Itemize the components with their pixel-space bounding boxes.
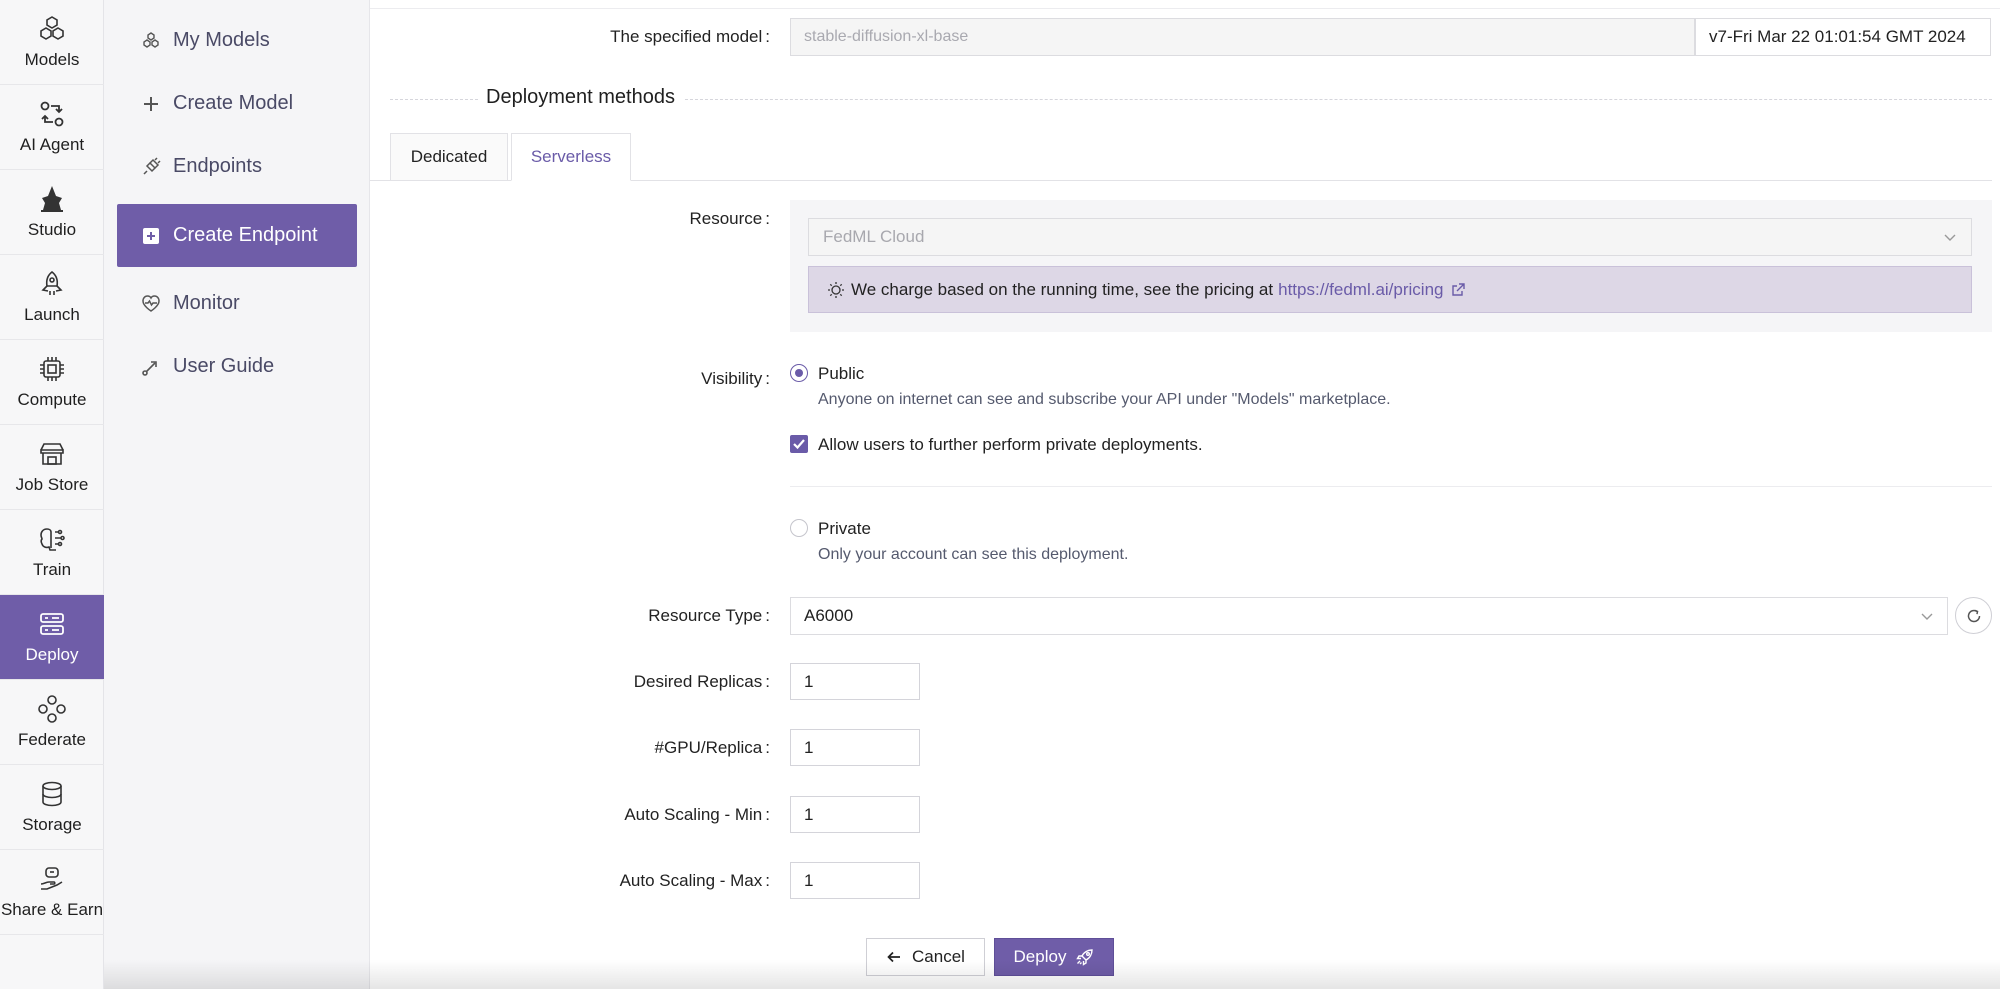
subnav-item-monitor[interactable]: Monitor: [117, 272, 357, 335]
arrow-left-icon: [886, 949, 902, 965]
model-version-text: v7-Fri Mar 22 01:01:54 GMT 2024: [1709, 27, 1966, 46]
section-line-right: [670, 99, 1992, 100]
chevron-down-icon: [1920, 609, 1934, 623]
public-description: Anyone on internet can see and subscribe…: [818, 391, 1391, 408]
gpu-per-replica-input[interactable]: 1: [790, 729, 920, 766]
resource-label: Resource:: [689, 209, 771, 228]
subnav-item-create-endpoint[interactable]: Create Endpoint: [117, 204, 357, 267]
gpu-per-replica-label: #GPU/Replica:: [654, 738, 770, 757]
federate-icon: [37, 694, 67, 724]
resource-select: FedML Cloud: [808, 218, 1972, 256]
external-link-icon[interactable]: [1451, 282, 1466, 297]
subnav-item-create-model[interactable]: Create Model: [117, 72, 357, 135]
model-version: v7-Fri Mar 22 01:01:54 GMT 2024: [1695, 18, 1991, 56]
main-content: The specified model: stable-diffusion-xl…: [370, 0, 2000, 989]
rocket-icon: [37, 269, 67, 299]
resource-type-value: A6000: [804, 606, 854, 625]
rail-item-compute[interactable]: Compute: [0, 340, 104, 425]
visibility-label: Visibility:: [701, 369, 770, 388]
replicas-label: Desired Replicas:: [633, 672, 770, 691]
rail-item-share-earn[interactable]: Share & Earn: [0, 850, 104, 935]
visibility-divider: [790, 486, 1992, 487]
deploy-sub-sidebar: My Models Create Model Endpoints Create …: [104, 0, 370, 989]
plus-square-icon: [141, 226, 161, 246]
refresh-icon: [1967, 609, 1980, 622]
auto-scaling-max-label: Auto Scaling - Max:: [619, 871, 770, 890]
tab-dedicated[interactable]: Dedicated: [390, 133, 508, 181]
resource-panel: FedML Cloud We charge based on the runni…: [790, 200, 1992, 332]
public-radio[interactable]: [790, 364, 808, 382]
models-icon: [37, 14, 67, 44]
model-input: stable-diffusion-xl-base: [790, 18, 1695, 56]
tab-serverless[interactable]: Serverless: [511, 133, 631, 181]
notice-text: We charge based on the running time, see…: [851, 279, 1274, 299]
rail-item-launch[interactable]: Launch: [0, 255, 104, 340]
rail-item-studio[interactable]: Studio: [0, 170, 104, 255]
section-title: Deployment methods: [478, 86, 683, 109]
resource-type-label: Resource Type:: [648, 606, 770, 625]
cancel-button[interactable]: Cancel: [866, 938, 985, 976]
resource-type-select[interactable]: A6000: [790, 597, 1948, 635]
auto-scaling-max-input[interactable]: 1: [790, 862, 920, 899]
allow-private-label: Allow users to further perform private d…: [818, 435, 1203, 454]
pricing-notice: We charge based on the running time, see…: [808, 266, 1972, 313]
rail-item-storage[interactable]: Storage: [0, 765, 104, 850]
private-description: Only your account can see this deploymen…: [818, 546, 1129, 563]
model-value: stable-diffusion-xl-base: [804, 28, 969, 45]
store-icon: [37, 439, 67, 469]
top-divider: [370, 8, 2000, 9]
private-title: Private: [818, 519, 871, 538]
subnav-item-endpoints[interactable]: Endpoints: [117, 135, 357, 198]
rail-item-train[interactable]: Train: [0, 510, 104, 595]
deploy-icon: [37, 609, 67, 639]
public-title: Public: [818, 364, 865, 383]
rail-item-job-store[interactable]: Job Store: [0, 425, 104, 510]
checkmark-icon: [793, 439, 805, 450]
plus-icon: [141, 94, 161, 114]
deploy-button[interactable]: Deploy: [994, 938, 1114, 976]
ai-agent-icon: [37, 99, 67, 129]
model-label: The specified model:: [610, 27, 770, 46]
icon-rail: Models AI Agent Studio Launch Compute Jo…: [0, 0, 104, 989]
rail-item-deploy[interactable]: Deploy: [0, 595, 104, 680]
rocket-icon: [1076, 948, 1094, 966]
auto-scaling-min-label: Auto Scaling - Min:: [624, 805, 770, 824]
subnav-item-my-models[interactable]: My Models: [117, 9, 357, 72]
refresh-button[interactable]: [1955, 597, 1992, 634]
chevron-down-icon: [1943, 230, 1957, 244]
subnav-item-user-guide[interactable]: User Guide: [117, 335, 357, 398]
database-icon: [37, 779, 67, 809]
share-earn-icon: [37, 864, 67, 894]
private-radio[interactable]: [790, 519, 808, 537]
pricing-link[interactable]: https://fedml.ai/pricing: [1278, 280, 1443, 300]
section-line-left: [390, 99, 478, 100]
studio-icon: [37, 184, 67, 214]
chip-icon: [37, 354, 67, 384]
rail-item-models[interactable]: Models: [0, 0, 104, 85]
resource-value: FedML Cloud: [823, 227, 925, 246]
heart-monitor-icon: [141, 294, 161, 314]
bulb-icon: [827, 281, 845, 299]
guide-icon: [141, 357, 161, 377]
rail-item-ai-agent[interactable]: AI Agent: [0, 85, 104, 170]
models-icon: [141, 31, 161, 51]
rail-item-federate[interactable]: Federate: [0, 680, 104, 765]
brain-icon: [37, 524, 67, 554]
auto-scaling-min-input[interactable]: 1: [790, 796, 920, 833]
allow-private-checkbox[interactable]: [790, 435, 808, 453]
plug-icon: [141, 156, 161, 177]
desired-replicas-input[interactable]: 1: [790, 663, 920, 700]
